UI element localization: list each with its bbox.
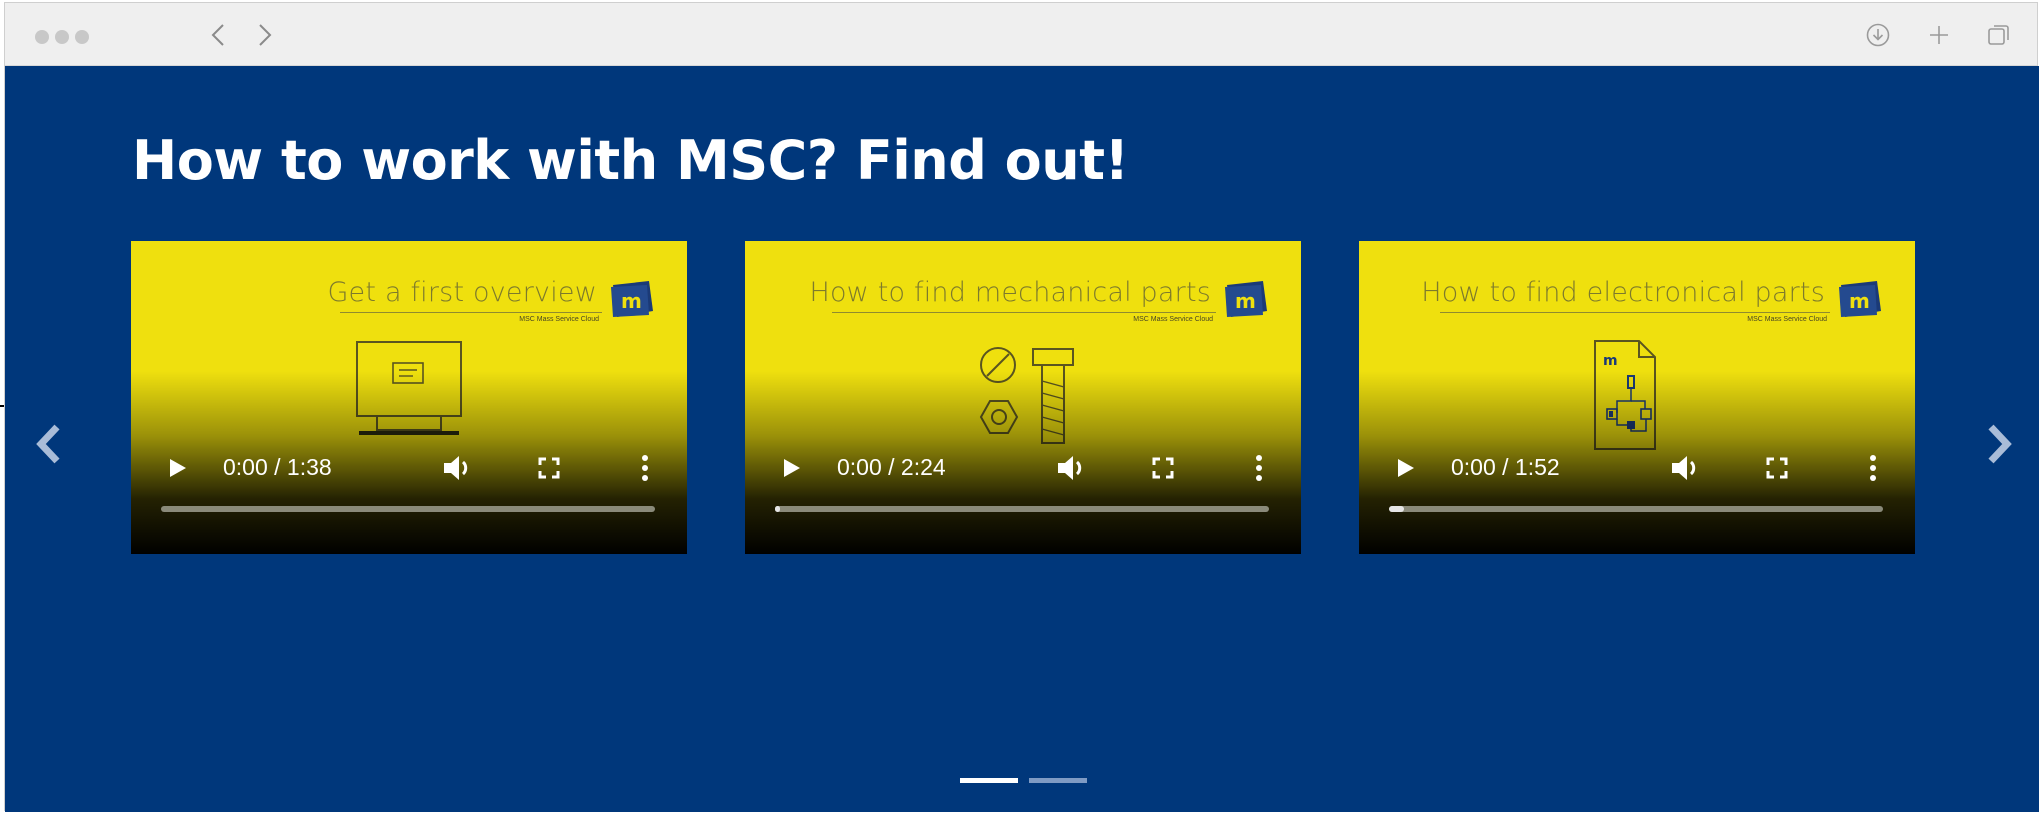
carousel-prev-button[interactable] [29,416,69,472]
video-seek-bar[interactable] [1389,506,1883,512]
window-minimize-dot[interactable] [55,30,69,44]
thumbnail-divider [1440,312,1830,313]
video-seek-bar[interactable] [775,506,1269,512]
plus-icon[interactable] [1922,18,1956,52]
play-icon [170,459,186,477]
download-icon[interactable] [1861,18,1895,52]
thumbnail-subtitle: MSC Mass Service Cloud [519,316,599,323]
section-title: How to work with MSC? Find out! [132,129,1129,192]
more-vert-icon [642,455,648,481]
volume-button[interactable] [1053,452,1089,484]
more-vert-icon [1870,455,1876,481]
volume-icon [444,456,468,480]
video-card[interactable]: How to find mechanical parts MSC Mass Se… [745,241,1301,554]
video-time: 0:00 / 2:24 [837,454,946,480]
carousel-indicator-1[interactable] [960,778,1018,783]
msc-logo: m [1839,281,1881,317]
volume-button[interactable] [1667,452,1703,484]
video-time: 0:00 / 1:38 [223,454,332,480]
window-maximize-dot[interactable] [75,30,89,44]
svg-text:m: m [1603,353,1618,369]
seek-progress [1389,506,1404,512]
video-time: 0:00 / 1:52 [1451,454,1560,480]
chevron-right-icon [1988,424,2012,464]
thumbnail-title: How to find electronical parts [1421,277,1825,308]
thumbnail-divider [832,312,1216,313]
svg-text:m: m [1235,289,1256,313]
svg-text:m: m [621,289,642,313]
fullscreen-button[interactable] [1149,452,1177,484]
page-edge-mark [0,405,4,407]
fullscreen-icon [1152,457,1174,479]
thumbnail-title: How to find mechanical parts [809,277,1211,308]
thumbnail-divider [340,312,602,313]
carousel-next-button[interactable] [1979,416,2019,472]
thumbnail-title: Get a first overview [327,277,597,308]
thumbnail-subtitle: MSC Mass Service Cloud [1133,316,1213,323]
fullscreen-button[interactable] [535,452,563,484]
video-controls: 0:00 / 1:52 [1359,440,1915,496]
more-options-button[interactable] [635,452,655,484]
msc-logo: m [1225,281,1267,317]
chevron-left-icon [36,424,60,464]
fullscreen-icon [538,457,560,479]
more-options-button[interactable] [1863,452,1883,484]
play-button[interactable] [165,452,191,484]
video-controls: 0:00 / 1:38 [131,440,687,496]
video-card[interactable]: Get a first overview MSC Mass Service Cl… [131,241,687,554]
video-carousel-section: How to work with MSC? Find out! Get a fi… [5,66,2039,812]
more-vert-icon [1256,455,1262,481]
play-icon [1398,459,1414,477]
play-button[interactable] [779,452,805,484]
chevron-left-icon[interactable] [201,18,235,52]
window-close-dot[interactable] [35,30,49,44]
carousel-indicators [5,778,2039,786]
fullscreen-icon [1766,457,1788,479]
video-seek-bar[interactable] [161,506,655,512]
svg-text:m: m [1849,289,1870,313]
video-card[interactable]: m How to find electronical parts MSC Mas… [1359,241,1915,554]
volume-icon [1058,456,1082,480]
browser-window: How to work with MSC? Find out! Get a fi… [4,2,2039,812]
thumbnail-subtitle: MSC Mass Service Cloud [1747,316,1827,323]
play-button[interactable] [1393,452,1419,484]
video-controls: 0:00 / 2:24 [745,440,1301,496]
more-options-button[interactable] [1249,452,1269,484]
tabs-icon[interactable] [1982,18,2016,52]
volume-button[interactable] [439,452,475,484]
fullscreen-button[interactable] [1763,452,1791,484]
browser-toolbar [5,3,2037,66]
play-icon [784,459,800,477]
seek-progress [775,506,780,512]
carousel-indicator-2[interactable] [1029,778,1087,783]
volume-icon [1672,456,1696,480]
chevron-right-icon[interactable] [248,18,282,52]
msc-logo: m [611,281,653,317]
